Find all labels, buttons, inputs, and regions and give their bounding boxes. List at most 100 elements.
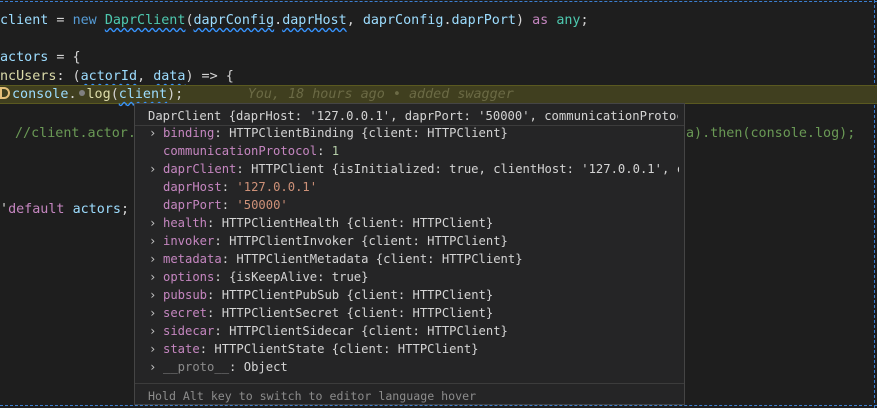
prop-value: HTTPClientBinding {client: HTTPClient} [229,126,508,140]
token-dapr-config-2: daprConfig [362,13,444,28]
token-quote: ' [0,202,9,217]
code-line-4[interactable]: console. log(client); You, 18 hours ago •… [0,85,514,104]
editor-focus-border-right [874,0,875,408]
token-arrow: ) => { [185,69,234,84]
code-line-6[interactable]: 'default actors; [0,200,129,219]
prop-key: daprHost [163,180,222,194]
hover-row-health[interactable]: › health: HTTPClientHealth {client: HTTPC… [149,214,679,232]
prop-value: HTTPClientPubSub {client: HTTPClient} [221,288,494,302]
breakpoint-icon[interactable] [0,87,10,99]
token-open-paren: ( [185,13,194,28]
token-client-arg[interactable]: client [119,87,167,102]
chevron-right-icon[interactable]: › [149,232,163,250]
hover-row-metadata[interactable]: › metadata: HTTPClientMetadata {client: H… [149,250,679,268]
hover-header: DaprClient {daprHost: '127.0.0.1', daprP… [148,109,678,123]
prop-key: sidecar [163,324,215,338]
hover-row-dapr-port[interactable]: daprPort: '50000' [149,196,679,214]
code-line-5[interactable]: //client.actor. [15,124,136,143]
chevron-right-icon[interactable]: › [149,124,163,142]
token-comma: , [346,13,363,28]
hover-row-state[interactable]: › state: HTTPClientState {client: HTTPCli… [149,340,679,358]
hover-row-invoker[interactable]: › invoker: HTTPClientInvoker {client: HTT… [149,232,679,250]
prop-key: daprClient [163,162,237,176]
prop-colon: : [317,144,332,158]
chevron-right-icon[interactable]: › [149,286,163,304]
token-assign: = [48,13,73,28]
editor-focus-border-top [0,1,877,2]
prop-key: daprPort [163,198,222,212]
prop-colon: : [229,360,244,374]
inline-dot-icon [78,90,85,96]
hover-row-secret[interactable]: › secret: HTTPClientSecret {client: HTTPC… [149,304,679,322]
chevron-right-icon[interactable]: › [149,268,163,286]
prop-key: communicationProtocol [163,144,318,158]
token-data: data [153,69,186,84]
hover-footer-divider [135,383,684,384]
prop-key: options [163,270,215,284]
token-client: client [0,13,49,28]
prop-colon: : [214,270,230,284]
chevron-right-icon[interactable]: › [149,214,163,232]
prop-colon: : [207,216,222,230]
token-actors: actors [0,50,49,65]
token-close-paren: ); [167,87,184,102]
token-comment-left: //client.actor. [15,126,136,141]
prop-colon: : [214,126,230,140]
prop-value: '127.0.0.1' [236,180,318,194]
token-as: as [532,13,549,28]
hover-footer-hint: Hold Alt key to switch to editor languag… [148,389,477,403]
prop-key: secret [163,306,208,320]
prop-colon: : [236,162,252,176]
chevron-right-icon[interactable]: › [149,358,163,376]
chevron-right-icon[interactable]: › [149,304,163,322]
token-dapr-port: daprPort [451,13,517,28]
prop-colon: : [207,288,222,302]
token-default: default [8,202,65,217]
prop-value: '50000' [236,198,288,212]
token-colon-paren: : ( [56,69,81,84]
hover-row-communication-protocol[interactable]: communicationProtocol: 1 [149,142,679,160]
prop-colon: : [199,342,215,356]
hover-row-pubsub[interactable]: › pubsub: HTTPClientPubSub {client: HTTPC… [149,286,679,304]
token-assign-brace: = { [48,50,81,65]
hover-row-options[interactable]: › options: {isKeepAlive: true} [149,268,679,286]
prop-value: 1 [331,144,340,158]
git-blame-annotation: You, 18 hours ago • added swagger [247,87,514,102]
token-log: log [86,87,111,102]
token-close-paren: ) [516,13,533,28]
chevron-right-icon[interactable]: › [149,160,163,178]
hover-row-dapr-host[interactable]: daprHost: '127.0.0.1' [149,178,679,196]
code-line-2[interactable]: actors = { [0,48,81,67]
chevron-right-icon[interactable]: › [149,322,163,340]
code-line-5-tail[interactable]: a).then(console.log); [686,124,855,143]
editor-focus-border-bottom [0,405,877,406]
prop-colon: : [214,234,230,248]
prop-key: metadata [163,252,222,266]
chevron-right-icon[interactable]: › [149,340,163,358]
token-dapr-host: daprHost [282,13,347,28]
prop-colon: : [221,198,237,212]
prop-colon: : [214,324,230,338]
prop-key: pubsub [163,288,208,302]
chevron-right-icon[interactable]: › [149,250,163,268]
debug-hover-widget[interactable]: DaprClient {daprHost: '127.0.0.1', daprP… [134,103,685,405]
token-gap [183,87,248,102]
hover-row-sidecar[interactable]: › sidecar: HTTPClientSidecar {client: HTT… [149,322,679,340]
prop-value: HTTPClientHealth {client: HTTPClient} [221,216,494,230]
code-line-3[interactable]: ncUsers: (actorId, data) => { [0,67,234,86]
hover-row-dapr-client[interactable]: › daprClient: HTTPClient {isInitialized: … [149,160,679,178]
prop-key: invoker [163,234,215,248]
code-line-1[interactable]: client = new DaprClient(daprConfig.daprH… [0,11,589,30]
hover-row-proto[interactable]: › __proto__: Object [149,358,679,376]
token-new: new [72,13,97,28]
prop-value: HTTPClientSecret {client: HTTPClient} [221,306,494,320]
prop-key: __proto__ [163,360,230,374]
hover-row-binding[interactable]: › binding: HTTPClientBinding {client: HTT… [149,124,679,142]
token-actors: actors [72,202,121,217]
prop-colon: : [221,180,237,194]
token-dot: . [68,87,77,102]
prop-value: HTTPClientInvoker {client: HTTPClient} [229,234,508,248]
prop-key: binding [163,126,215,140]
